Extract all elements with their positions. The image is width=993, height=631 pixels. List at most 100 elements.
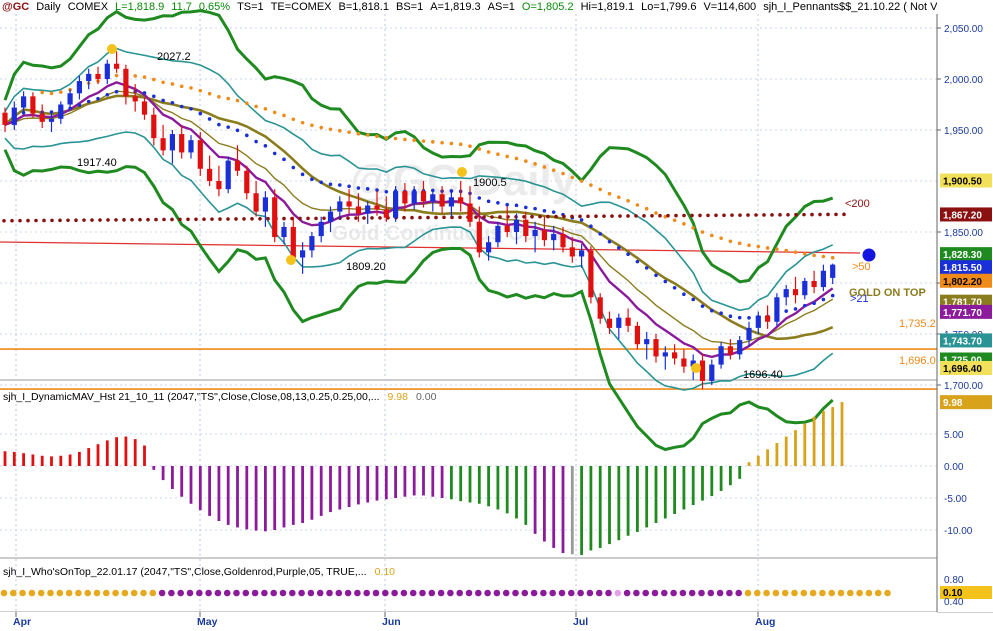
ma50-dot	[431, 140, 435, 144]
mav-bar	[319, 466, 323, 516]
time-axis-label: Aug	[755, 616, 775, 628]
mav-bar	[756, 455, 760, 466]
mav-bar	[282, 466, 286, 528]
mav-bar	[505, 466, 509, 514]
ma200-dot	[586, 214, 590, 219]
mav-bar	[589, 466, 593, 551]
ma21-dot	[682, 292, 686, 296]
who-tick-label: 0.80	[944, 575, 964, 586]
who-dot	[419, 589, 426, 597]
ma200-dot	[402, 215, 406, 220]
candle-body	[774, 297, 780, 322]
pivot-marker	[691, 363, 701, 373]
candle-body	[290, 226, 296, 258]
candle-body	[830, 264, 836, 278]
ma21-dot	[542, 209, 547, 213]
who-dot	[223, 589, 231, 597]
candle-body	[76, 81, 82, 94]
who-dot	[251, 589, 259, 597]
ma21-dot	[96, 96, 100, 101]
who-dot	[475, 589, 482, 597]
ma200-dot	[794, 212, 798, 217]
ma200-dot	[418, 215, 422, 220]
who-dot	[661, 589, 668, 597]
candle-body	[476, 221, 482, 253]
who-dot	[28, 589, 36, 597]
ma21-dot	[263, 144, 268, 148]
who-dot	[279, 589, 287, 597]
mav-bar	[384, 466, 388, 500]
ma50-dot	[803, 251, 807, 256]
ma200-dot	[162, 217, 166, 222]
ma21-dot	[142, 91, 147, 95]
ma200-dot	[314, 216, 318, 221]
who-dot	[205, 589, 212, 597]
ma21-dot	[533, 206, 537, 211]
ma21-dot	[272, 151, 277, 156]
mav-bar	[636, 466, 639, 532]
ma21-dot	[747, 316, 751, 320]
ma50-dot	[152, 77, 156, 82]
time-axis-label: Jul	[573, 616, 588, 628]
mav-bar	[477, 466, 481, 504]
mav-bar	[496, 466, 500, 510]
ma21-dot	[505, 202, 510, 207]
ma21-dot	[347, 184, 351, 189]
ma200-dot	[482, 215, 486, 219]
who-dot	[233, 589, 240, 597]
ma50-dot	[189, 86, 193, 90]
candle-body	[802, 280, 808, 296]
candle-body	[188, 140, 194, 153]
candle-body	[402, 191, 408, 204]
ma50-dot	[682, 222, 686, 226]
ma21-dot	[589, 224, 593, 229]
who-dot	[298, 589, 305, 597]
ma200-dot	[218, 217, 222, 221]
ma50-dot	[514, 156, 519, 161]
candles-group	[2, 51, 836, 390]
who-dot	[121, 589, 129, 597]
candle-body	[300, 250, 306, 258]
ma200-dot	[178, 217, 182, 222]
ma200-dot	[226, 217, 230, 221]
chart-annotation: 1809.20	[346, 261, 386, 273]
chart-annotation: >50	[852, 261, 871, 273]
candle-body	[551, 234, 557, 241]
who-dot	[326, 589, 333, 597]
candle-body	[253, 193, 259, 212]
who-dot	[307, 589, 315, 597]
ma50-dot	[477, 147, 482, 151]
candle-body	[458, 197, 464, 204]
ma50-dot	[328, 127, 333, 132]
mav-bar	[524, 466, 528, 525]
price-chart[interactable]: @GC Daily Gold Continuous Contract 2027.…	[0, 0, 993, 631]
chart-annotation: GOLD ON TOP	[849, 287, 926, 299]
ma200-dot	[18, 218, 22, 223]
ma21-dot	[291, 165, 296, 170]
mav-bar	[226, 466, 230, 525]
mav-bar	[580, 466, 583, 555]
mav-bar	[412, 466, 416, 496]
mav-bar	[161, 466, 165, 481]
candle-body	[262, 197, 268, 212]
candle-body	[151, 114, 157, 139]
candle-body	[625, 317, 631, 326]
mav-bar	[96, 444, 100, 466]
ma21-dot	[803, 303, 807, 308]
who-dot	[168, 589, 175, 597]
ma200-dot	[770, 213, 774, 217]
price-label: 1,802.20	[943, 277, 982, 288]
mav-bar	[264, 466, 267, 532]
ma200-dot	[250, 217, 254, 221]
who-dot	[828, 589, 835, 597]
who-dot	[856, 589, 863, 597]
candle-body	[634, 325, 640, 345]
who-dot	[651, 589, 659, 597]
candle-body	[207, 168, 213, 181]
mav-bar	[608, 466, 611, 545]
ma200-dot	[50, 218, 54, 223]
who-dot	[754, 589, 761, 597]
ma21-dot	[821, 297, 826, 302]
ma21-dot	[644, 266, 649, 270]
ma200-dot	[666, 213, 670, 218]
